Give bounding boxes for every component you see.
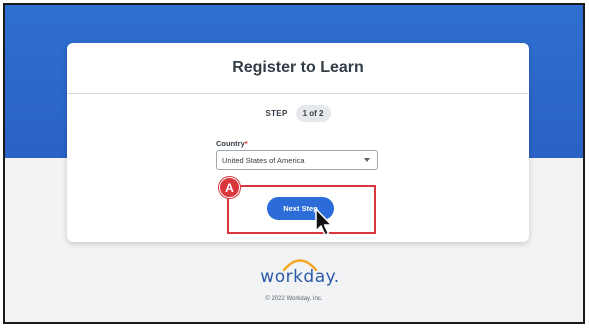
step-indicator: STEP 1 of 2 [67,105,529,122]
page-title: Register to Learn [232,59,364,76]
country-select[interactable]: United States of America [216,150,378,170]
country-field-label: Country* [216,139,248,148]
country-label-text: Country [216,139,245,148]
required-mark: * [244,139,248,148]
step-label: STEP [265,109,288,118]
step-progress-badge: 1 of 2 [295,105,331,122]
copyright-text: © 2022 Workday, Inc. [265,296,323,302]
country-select-value: United States of America [222,155,305,165]
mouse-pointer-icon [315,208,333,236]
chevron-down-icon [364,158,370,162]
logo-wordmark: workday. [260,267,340,287]
screenshot-frame: Register to Learn STEP 1 of 2 Country* U… [3,3,585,324]
card-header: Register to Learn [67,43,529,94]
annotation-badge: A [219,177,240,198]
workday-logo: workday. [260,255,340,291]
